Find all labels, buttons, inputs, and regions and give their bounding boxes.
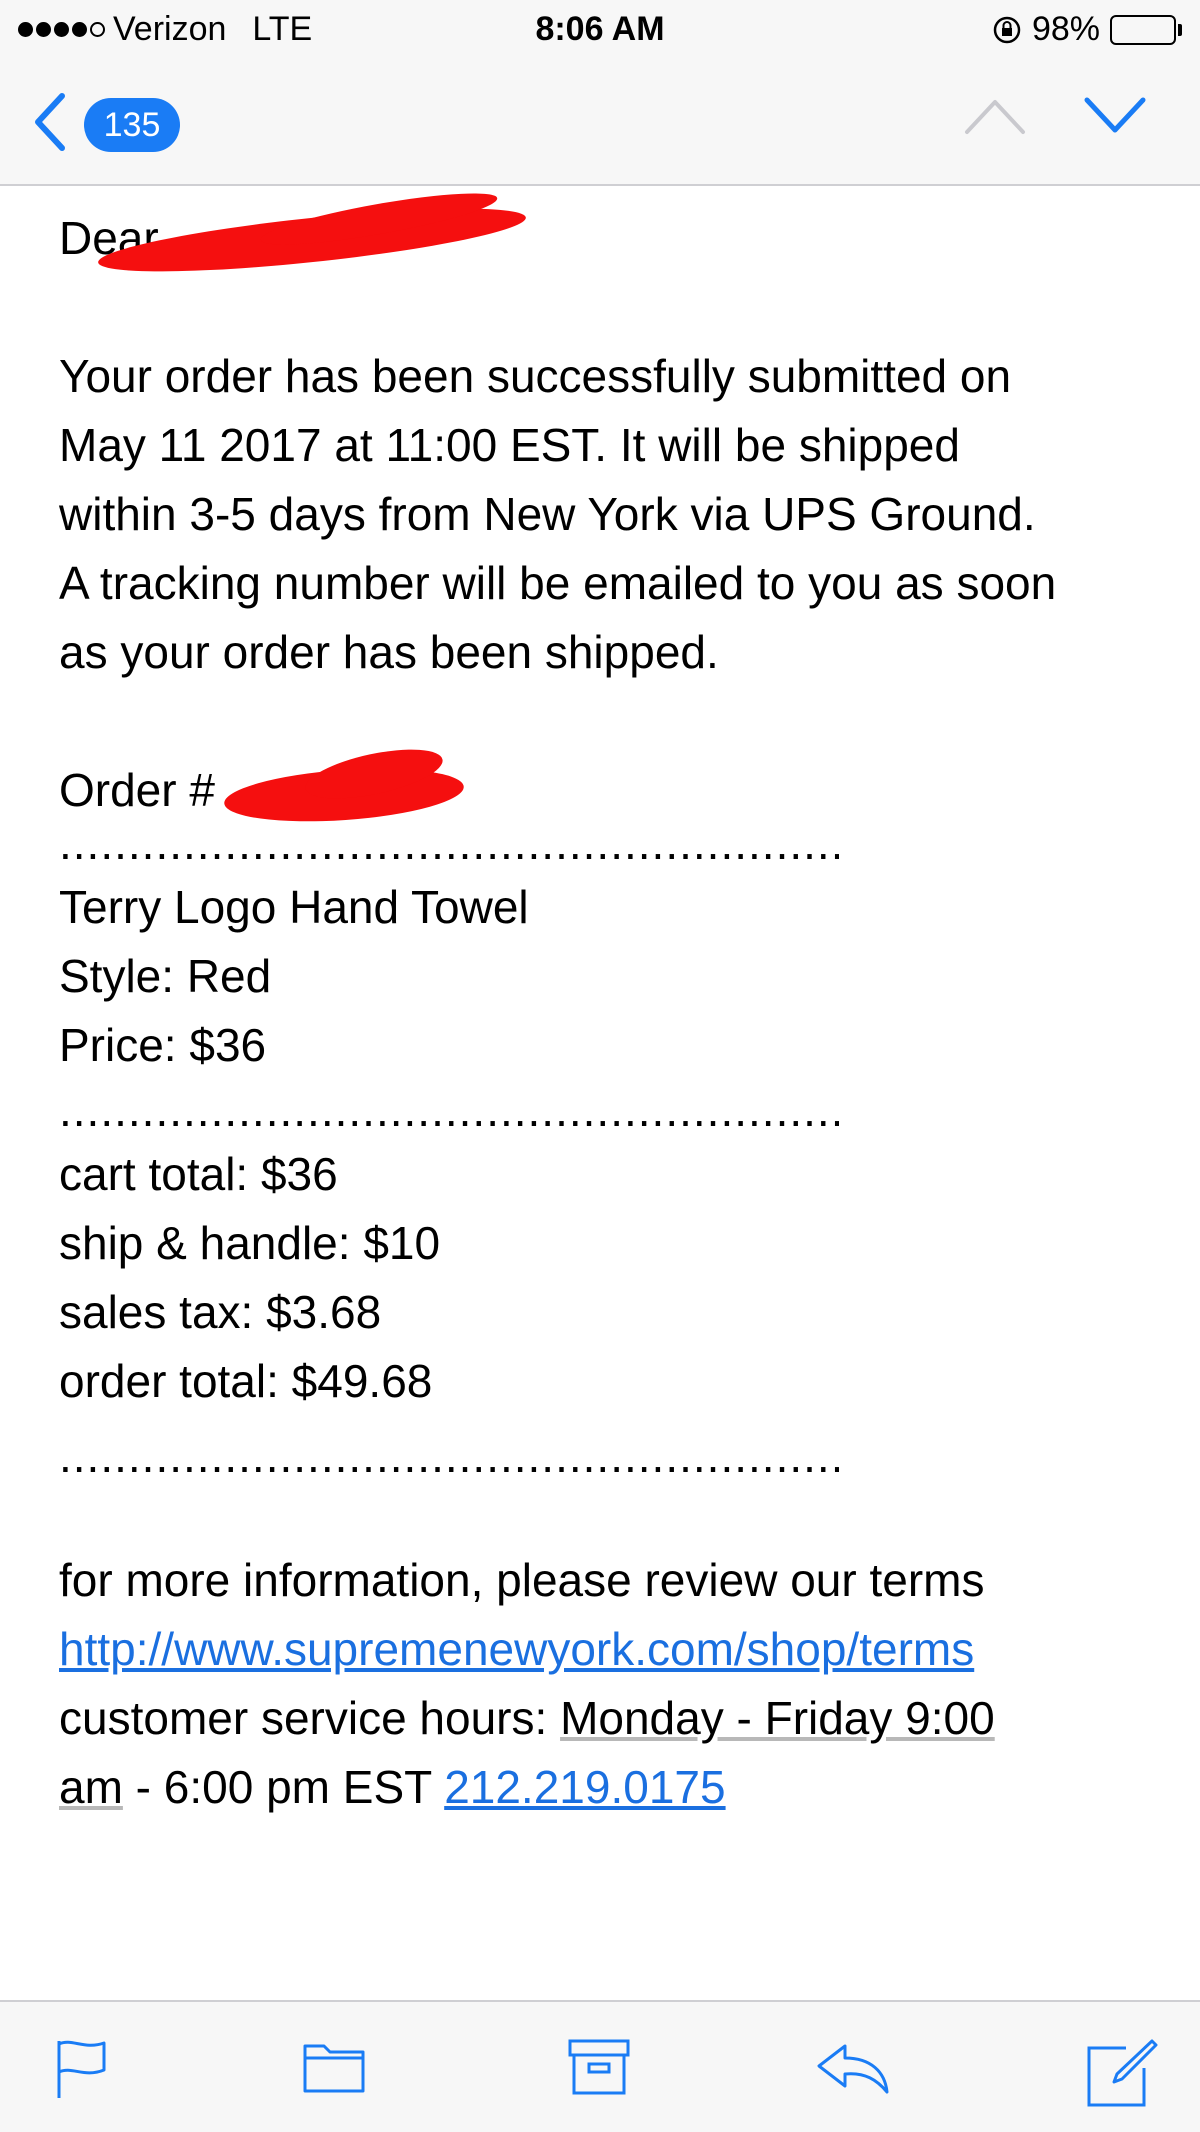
archive-icon[interactable]	[568, 2038, 630, 2096]
hours-detected-link-end[interactable]: am	[59, 1761, 123, 1813]
chevron-left-icon	[30, 92, 70, 157]
battery-percent: 98%	[1031, 10, 1100, 48]
hours-line-2: am - 6:00 pm EST 212.219.0175	[59, 1753, 1159, 1822]
back-button[interactable]: 135	[30, 92, 180, 157]
paragraph-line: as your order has been shipped.	[59, 626, 719, 678]
paragraph-line: A tracking number will be emailed to you…	[59, 557, 1057, 609]
rotation-lock-icon	[992, 15, 1022, 45]
ship-handle: ship & handle: $10	[59, 1217, 441, 1269]
folder-icon[interactable]	[302, 2038, 366, 2094]
item-name: Terry Logo Hand Towel	[59, 881, 529, 933]
cart-total: cart total: $36	[59, 1148, 338, 1200]
status-bar: Verizon LTE 8:06 AM 98%	[0, 0, 1200, 60]
phone-link[interactable]: 212.219.0175	[444, 1761, 725, 1813]
separator: ........................................…	[59, 1084, 839, 1136]
next-message-button[interactable]	[1084, 96, 1146, 136]
status-right: 98%	[992, 10, 1182, 49]
email-body: Dear Your order has been successfully su…	[59, 183, 1159, 1822]
order-label: Order #	[59, 764, 215, 816]
paragraph-line: May 11 2017 at 11:00 EST. It will be shi…	[59, 419, 960, 471]
paragraph-line: Your order has been successfully submitt…	[59, 350, 1012, 402]
terms-link[interactable]: http://www.supremenewyork.com/shop/terms	[59, 1623, 974, 1675]
separator: ........................................…	[59, 1430, 839, 1482]
hours-line: customer service hours: Monday - Friday …	[59, 1684, 1159, 1753]
flag-icon[interactable]	[54, 2038, 110, 2100]
hours-detected-link[interactable]: Monday - Friday 9:00	[560, 1692, 995, 1744]
unread-count-badge: 135	[84, 97, 180, 152]
sales-tax: sales tax: $3.68	[59, 1286, 382, 1338]
item-style: Style: Red	[59, 950, 272, 1002]
separator: ........................................…	[59, 817, 839, 869]
terms-line: http://www.supremenewyork.com/shop/terms	[59, 1615, 1159, 1684]
compose-icon[interactable]	[1086, 2038, 1158, 2108]
message-navigation	[964, 96, 1146, 136]
mail-nav-bar: 135	[0, 60, 1200, 186]
reply-icon[interactable]	[815, 2038, 891, 2096]
info-text: for more information, please review our …	[59, 1554, 985, 1606]
paragraph-line: within 3-5 days from New York via UPS Gr…	[59, 488, 1036, 540]
battery-icon	[1110, 14, 1182, 45]
order-total: order total: $49.68	[59, 1355, 433, 1407]
hours-rest: - 6:00 pm EST	[122, 1761, 445, 1813]
bottom-toolbar	[0, 2000, 1200, 2132]
previous-message-button[interactable]	[964, 96, 1026, 136]
greeting-line: Dear	[59, 183, 1159, 285]
item-price: Price: $36	[59, 1019, 267, 1071]
hours-label: customer service hours:	[59, 1692, 561, 1744]
